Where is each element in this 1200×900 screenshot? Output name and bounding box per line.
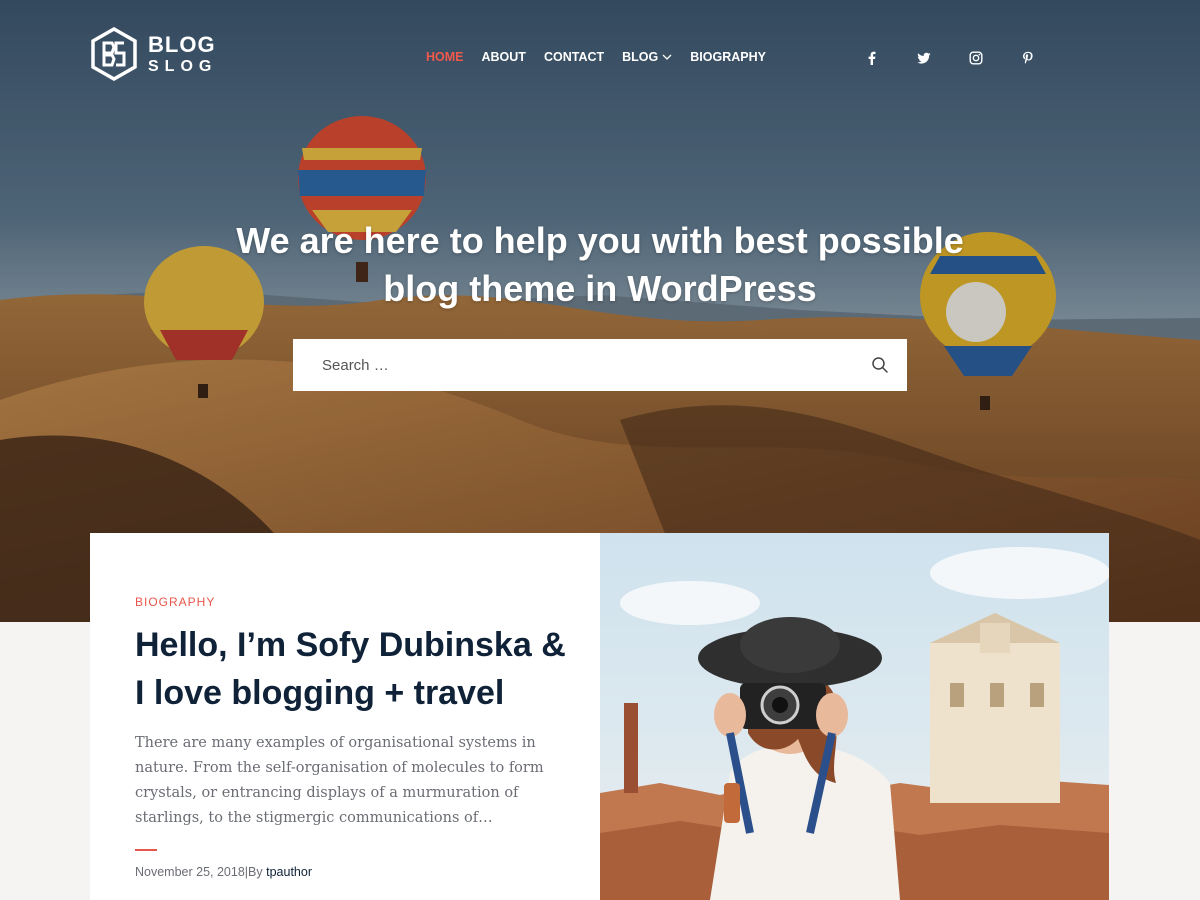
pinterest-icon[interactable] <box>1020 50 1036 66</box>
facebook-icon[interactable] <box>864 50 880 66</box>
chevron-down-icon <box>662 54 672 60</box>
search-form <box>293 339 907 391</box>
nav-item-label: HOME <box>426 50 464 64</box>
instagram-icon[interactable] <box>968 50 984 66</box>
nav-item-about[interactable]: ABOUT <box>482 50 526 64</box>
nav-item-home[interactable]: HOME <box>426 50 464 64</box>
post-by-label: |By <box>244 865 263 879</box>
accent-divider <box>135 849 157 851</box>
search-input[interactable] <box>320 355 871 375</box>
photographer-photo <box>600 533 1109 900</box>
logo-line-2: SLOG <box>148 57 218 75</box>
post-date: November 25, 2018 <box>135 865 245 879</box>
post-category-link[interactable]: BIOGRAPHY <box>135 595 215 609</box>
search-icon[interactable] <box>871 356 889 374</box>
site-logo[interactable]: BLOG SLOG <box>90 26 220 82</box>
post-author-link[interactable]: tpauthor <box>266 865 312 879</box>
social-links <box>864 50 1072 66</box>
post-excerpt: There are many examples of organisationa… <box>135 735 544 826</box>
main-nav: HOME ABOUT CONTACT BLOG BIOGRAPHY <box>426 50 784 64</box>
featured-post-image[interactable] <box>600 533 1109 900</box>
logo-hexagon-icon <box>91 27 137 81</box>
logo-text: BLOG SLOG <box>148 31 218 75</box>
logo-line-1: BLOG <box>148 31 216 57</box>
twitter-icon[interactable] <box>916 50 932 66</box>
nav-item-biography[interactable]: BIOGRAPHY <box>690 50 766 64</box>
nav-item-blog[interactable]: BLOG <box>622 50 672 64</box>
post-title[interactable]: Hello, I’m Sofy Dubinska & I love bloggi… <box>135 621 575 717</box>
post-meta: November 25, 2018|By tpauthor <box>135 865 312 879</box>
hero-title: We are here to help you with best possib… <box>236 220 964 309</box>
nav-item-label: BIOGRAPHY <box>690 50 766 64</box>
nav-item-label: CONTACT <box>543 50 605 64</box>
nav-item-contact[interactable]: CONTACT <box>544 50 604 64</box>
nav-item-label: BLOG <box>622 50 659 64</box>
nav-item-label: ABOUT <box>481 50 526 64</box>
featured-post-card: BIOGRAPHY Hello, I’m Sofy Dubinska & I l… <box>90 533 1109 900</box>
